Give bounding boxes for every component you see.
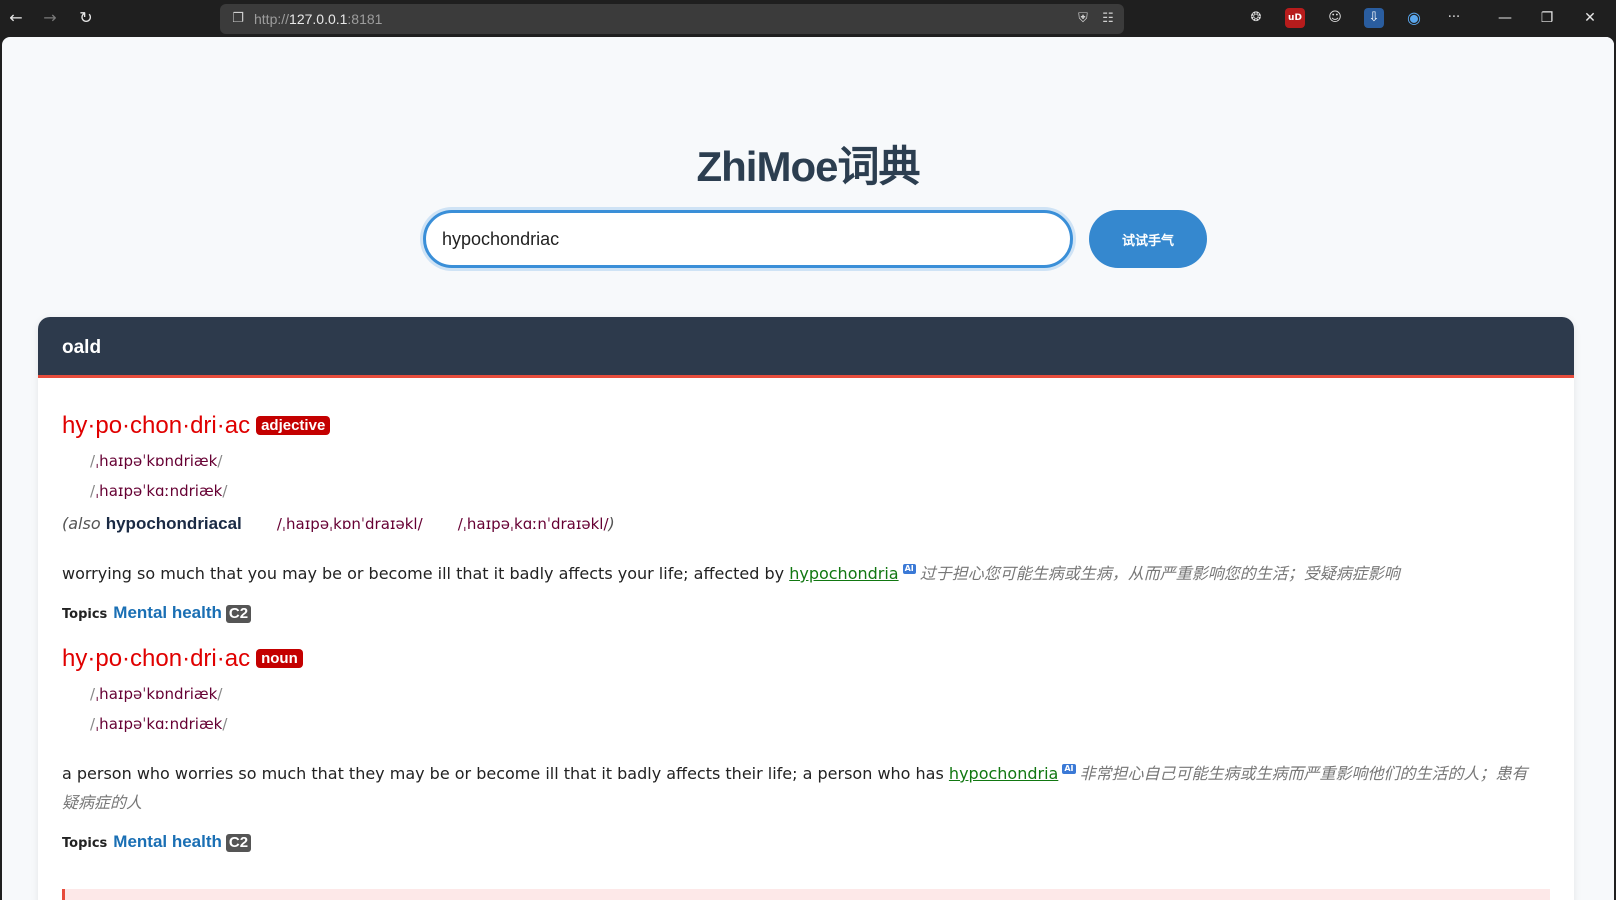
- page-info-icon[interactable]: ❐: [230, 11, 246, 27]
- minimize-icon[interactable]: —: [1493, 8, 1517, 28]
- pos-badge: adjective: [256, 416, 331, 435]
- phonetic-us: /ˌhaɪpəˈkɑːndriæk/: [90, 715, 228, 733]
- definition-translation: 过于担心您可能生病或生病，从而严重影响您的生活；受疑病症影响: [919, 564, 1400, 583]
- extensions-puzzle-icon[interactable]: ❂: [1246, 8, 1266, 28]
- level-badge: C2: [225, 834, 252, 852]
- forward-icon[interactable]: →: [38, 6, 62, 30]
- url-text[interactable]: http://127.0.0.1:8181: [254, 4, 382, 34]
- browser-toolbar: ← → ↻ ❐ http://127.0.0.1:8181 ⛨ ☷ ❂ uD ☺…: [0, 0, 1616, 37]
- scrollbar[interactable]: [1606, 37, 1614, 900]
- cross-reference-link[interactable]: hypochondria: [949, 764, 1058, 783]
- definition: a person who worries so much that they m…: [62, 764, 1528, 812]
- headword: hy·po·chon·dri·ac: [62, 645, 251, 672]
- close-window-icon[interactable]: ✕: [1578, 8, 1602, 28]
- topic-link[interactable]: Mental health: [113, 832, 222, 851]
- back-icon[interactable]: ←: [4, 6, 28, 30]
- phonetic-br: /ˌhaɪpəˈkɒndriæk/: [90, 452, 223, 470]
- lucky-search-button[interactable]: 试试手气: [1089, 210, 1207, 268]
- definition: worrying so much that you may be or beco…: [62, 564, 1400, 583]
- reload-icon[interactable]: ↻: [74, 6, 98, 30]
- ai-translate-icon[interactable]: AI: [1062, 764, 1076, 774]
- topics-row: Topics Mental health C2: [62, 603, 252, 623]
- dictionary-name-header: oald: [38, 317, 1574, 378]
- cross-reference-link[interactable]: hypochondria: [789, 564, 898, 583]
- next-section-strip: [62, 889, 1550, 900]
- restore-icon[interactable]: ❐: [1535, 8, 1559, 28]
- tampermonkey-icon[interactable]: ☺: [1325, 8, 1345, 28]
- entry-headword-line: hy·po·chon·dri·ac noun: [62, 645, 303, 673]
- download-extension-icon[interactable]: ⇩: [1364, 8, 1384, 28]
- tracking-shield-icon[interactable]: ⛨: [1075, 11, 1091, 27]
- alternative-form: (also hypochondriacal /ˌhaɪpəˌkɒnˈdraɪək…: [62, 514, 615, 533]
- ublock-icon[interactable]: uD: [1285, 8, 1305, 28]
- level-badge: C2: [225, 605, 252, 623]
- phonetic-us: /ˌhaɪpəˈkɑːndriæk/: [90, 482, 228, 500]
- headword: hy·po·chon·dri·ac: [62, 412, 251, 439]
- profile-icon[interactable]: ◉: [1404, 8, 1424, 28]
- topics-row: Topics Mental health C2: [62, 832, 252, 852]
- phonetic-br: /ˌhaɪpəˈkɒndriæk/: [90, 685, 223, 703]
- reader-view-icon[interactable]: ☷: [1100, 11, 1116, 27]
- entry-headword-line: hy·po·chon·dri·ac adjective: [62, 412, 331, 440]
- search-input[interactable]: [423, 210, 1073, 268]
- ai-translate-icon[interactable]: AI: [902, 564, 916, 574]
- pos-badge: noun: [256, 649, 303, 668]
- more-menu-icon[interactable]: ···: [1444, 8, 1464, 28]
- address-bar[interactable]: ❐ http://127.0.0.1:8181 ⛨ ☷: [220, 4, 1124, 34]
- topic-link[interactable]: Mental health: [113, 603, 222, 622]
- page-viewport: ZhiMoe词典 试试手气 oald hy·po·chon·dri·ac adje…: [2, 37, 1614, 900]
- dictionary-result-card: oald hy·po·chon·dri·ac adjective /ˌhaɪpəˈ…: [38, 317, 1574, 900]
- alternative-word: hypochondriacal: [105, 514, 242, 533]
- site-title: ZhiMoe词典: [696, 143, 921, 190]
